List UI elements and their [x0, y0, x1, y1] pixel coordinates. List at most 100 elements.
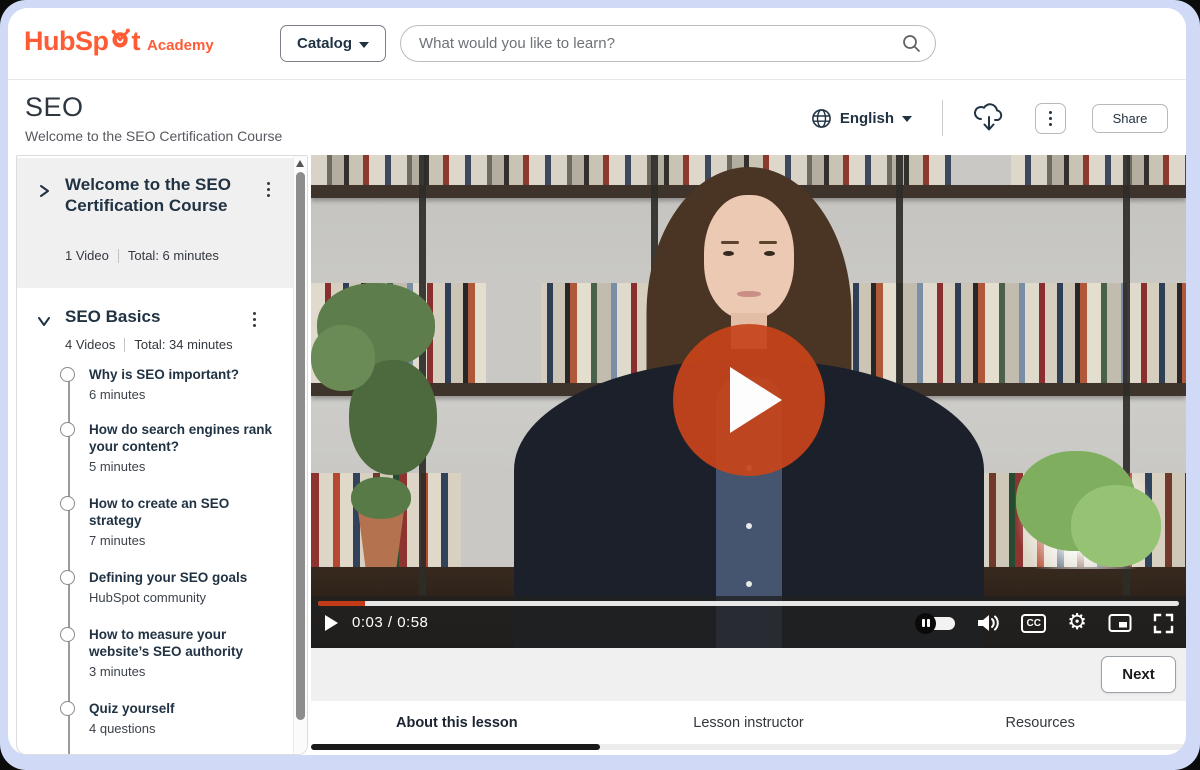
lesson-tabs: About this lesson Lesson instructor Reso…	[311, 701, 1186, 744]
tab-about-this-lesson[interactable]: About this lesson	[311, 701, 603, 744]
play-button[interactable]	[673, 324, 825, 476]
seek-bar[interactable]	[318, 601, 1179, 606]
lesson-title: Defining your SEO goals	[89, 569, 280, 586]
lesson-title: Why is SEO important?	[89, 366, 280, 383]
lesson-item-search-engines-rank[interactable]: How do search engines rank your content?…	[89, 421, 280, 475]
hubspot-sprocket-icon	[110, 26, 132, 50]
lesson-status-circle	[60, 701, 75, 716]
lesson-duration: HubSpot community	[89, 590, 280, 606]
plant-leaves	[311, 325, 375, 391]
course-outline-sidebar: Welcome to the SEO Certification Course …	[16, 155, 308, 755]
kebab-icon	[1049, 111, 1052, 126]
cloud-download-icon	[973, 103, 1005, 133]
section-video-count: 1 Video	[65, 248, 109, 263]
play-icon	[730, 367, 782, 433]
scrollbar-thumb[interactable]	[296, 172, 305, 720]
picture-in-picture-icon[interactable]	[1108, 613, 1132, 633]
play-pause-button[interactable]	[325, 615, 338, 631]
lesson-status-circle	[60, 627, 75, 642]
lesson-title: How to measure your website’s SEO author…	[89, 626, 280, 660]
sidebar-section-welcome[interactable]: Welcome to the SEO Certification Course …	[17, 158, 294, 288]
scroll-up-arrow-icon[interactable]	[296, 160, 304, 167]
search-input[interactable]	[400, 25, 936, 62]
section-total-time: Total: 6 minutes	[128, 248, 219, 263]
lesson-item-defining-seo-goals[interactable]: Defining your SEO goals HubSpot communit…	[89, 569, 280, 606]
lesson-item-why-is-seo-important[interactable]: Why is SEO important? 6 minutes	[89, 366, 280, 403]
lesson-status-circle	[60, 422, 75, 437]
lesson-title: Quiz yourself	[89, 700, 280, 717]
next-label: Next	[1122, 666, 1155, 683]
language-selector[interactable]: English	[811, 108, 912, 129]
section-meta: 1 Video Total: 6 minutes	[65, 248, 219, 263]
download-certificate-button[interactable]	[971, 100, 1007, 136]
section-menu-button[interactable]	[267, 182, 270, 197]
chevron-down-icon	[359, 42, 369, 48]
academy-wordmark: Academy	[147, 37, 214, 54]
catalog-dropdown-button[interactable]: Catalog	[280, 25, 386, 62]
globe-icon	[811, 108, 832, 129]
page-subtitle: Welcome to the SEO Certification Course	[25, 128, 282, 144]
plant-leaves	[351, 477, 411, 519]
active-tab-indicator[interactable]	[311, 744, 600, 750]
plant-leaves	[1071, 485, 1161, 567]
lesson-title: How do search engines rank your content?	[89, 421, 280, 455]
sidebar-section-seo-basics[interactable]: SEO Basics 4 Videos Total: 34 minutes	[17, 304, 294, 366]
cc-label: CC	[1027, 618, 1041, 629]
lesson-navigation-strip: Next	[311, 648, 1186, 701]
lesson-duration: 5 minutes	[89, 459, 280, 475]
sidebar-scrollbar[interactable]	[293, 156, 307, 754]
lesson-duration: 6 minutes	[89, 387, 280, 403]
header-actions: English Share	[811, 100, 1176, 136]
search-icon[interactable]	[902, 34, 921, 53]
lesson-status-circle	[60, 367, 75, 382]
presenter-brow	[721, 241, 739, 244]
search-bar	[400, 25, 936, 62]
captions-button[interactable]: CC	[1021, 614, 1046, 633]
time-display: 0:03 / 0:58	[352, 614, 428, 631]
course-header: SEO Welcome to the SEO Certification Cou…	[8, 80, 1186, 155]
video-player[interactable]: 0:03 / 0:58 CC ⚙	[311, 155, 1186, 648]
section-total-time: Total: 34 minutes	[134, 337, 232, 352]
presenter-eye	[723, 251, 734, 256]
next-button[interactable]: Next	[1101, 656, 1176, 693]
more-options-button[interactable]	[1035, 103, 1066, 134]
section-video-count: 4 Videos	[65, 337, 115, 352]
lesson-item-quiz-yourself[interactable]: Quiz yourself 4 questions	[89, 700, 280, 737]
fullscreen-icon[interactable]	[1153, 613, 1174, 634]
lesson-duration: 7 minutes	[89, 533, 280, 549]
page-background: HubSp t Academy Catalog SEO Welcome to t…	[0, 0, 1200, 770]
tab-resources[interactable]: Resources	[894, 701, 1186, 744]
section-title: Welcome to the SEO Certification Course	[65, 174, 243, 216]
shirt-button	[746, 581, 752, 587]
lesson-item-create-seo-strategy[interactable]: How to create an SEO strategy 7 minutes	[89, 495, 280, 549]
tab-lesson-instructor[interactable]: Lesson instructor	[603, 701, 895, 744]
lesson-duration: 3 minutes	[89, 664, 280, 680]
section-meta: 4 Videos Total: 34 minutes	[65, 337, 233, 352]
settings-gear-icon[interactable]: ⚙	[1067, 613, 1087, 633]
controls-left: 0:03 / 0:58	[325, 614, 428, 631]
page-title: SEO	[25, 92, 84, 123]
tab-scroll-track[interactable]	[311, 744, 1186, 750]
presenter-lips	[737, 291, 761, 297]
divider	[118, 249, 119, 263]
autoplay-toggle[interactable]	[915, 615, 955, 632]
language-label: English	[840, 110, 894, 127]
pause-icon	[915, 613, 936, 634]
lesson-duration: 4 questions	[89, 721, 280, 737]
volume-icon[interactable]	[976, 612, 1000, 634]
section-menu-button[interactable]	[253, 312, 256, 327]
share-button[interactable]: Share	[1092, 104, 1168, 133]
chevron-right-icon[interactable]	[37, 184, 51, 198]
app-card: HubSp t Academy Catalog SEO Welcome to t…	[8, 8, 1186, 755]
progress-played	[318, 601, 365, 606]
presenter-face	[704, 195, 794, 319]
lesson-status-circle	[60, 496, 75, 511]
divider	[124, 338, 125, 352]
catalog-label: Catalog	[297, 35, 352, 52]
presenter-brow	[759, 241, 777, 244]
chevron-down-icon[interactable]	[37, 314, 51, 328]
lesson-item-measure-seo-authority[interactable]: How to measure your website’s SEO author…	[89, 626, 280, 680]
controls-right: CC ⚙	[915, 612, 1174, 634]
hubspot-academy-logo[interactable]: HubSp t Academy	[24, 26, 214, 57]
hubspot-wordmark: HubSp t	[24, 26, 140, 57]
